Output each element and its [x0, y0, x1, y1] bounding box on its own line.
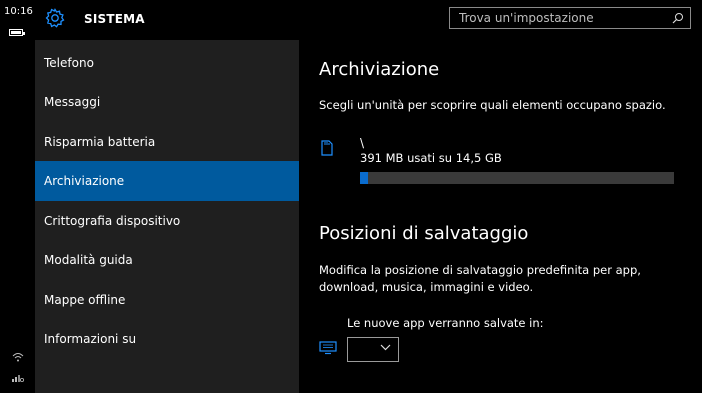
sidebar-item-risparmia-batteria[interactable]: Risparmia batteria [35, 122, 299, 162]
clock: 10:16 [4, 6, 33, 17]
section-title-archiviazione: Archiviazione [319, 59, 440, 80]
search-icon[interactable] [672, 12, 684, 24]
sidebar-item-messaggi[interactable]: Messaggi [35, 82, 299, 122]
section-title-posizioni-salvataggio: Posizioni di salvataggio [319, 223, 529, 244]
storage-usage-bar[interactable] [360, 172, 674, 184]
drive-usage-text[interactable]: 391 MB usati su 14,5 GB [360, 151, 502, 165]
sidebar-item-archiviazione[interactable]: Archiviazione [35, 161, 299, 201]
drive-name[interactable]: \ [360, 136, 364, 150]
save-description-line2: download, musica, immagini e video. [319, 280, 534, 294]
search-input[interactable] [450, 8, 669, 28]
status-bar: 10:16 [0, 0, 35, 393]
new-apps-label: Le nuove app verranno salvate in: [347, 316, 544, 330]
chevron-down-icon [380, 344, 391, 351]
new-apps-location-dropdown[interactable] [347, 337, 399, 362]
sidebar-item-modalita-guida[interactable]: Modalità guida [35, 240, 299, 280]
storage-usage-bar-fill [360, 172, 369, 184]
wifi-icon [12, 353, 24, 362]
cellular-signal-icon [12, 375, 24, 382]
storage-description: Scegli un'unità per scoprire quali eleme… [319, 98, 666, 112]
save-description-line1: Modifica la posizione di salvataggio pre… [319, 263, 641, 277]
monitor-icon [319, 341, 337, 355]
sidebar-item-crittografia-dispositivo[interactable]: Crittografia dispositivo [35, 201, 299, 241]
sidebar: Telefono Messaggi Risparmia batteria Arc… [35, 40, 299, 393]
sidebar-item-mappe-offline[interactable]: Mappe offline [35, 280, 299, 320]
sidebar-item-informazioni-su[interactable]: Informazioni su [35, 319, 299, 359]
battery-icon [9, 29, 25, 36]
header: SISTEMA [35, 0, 702, 40]
search-box[interactable] [449, 7, 691, 29]
gear-icon [45, 8, 65, 28]
sd-card-icon[interactable] [321, 140, 333, 156]
main-content: Archiviazione Scegli un'unità per scopri… [299, 40, 702, 393]
sidebar-item-telefono[interactable]: Telefono [35, 43, 299, 83]
page-title: SISTEMA [84, 12, 145, 26]
